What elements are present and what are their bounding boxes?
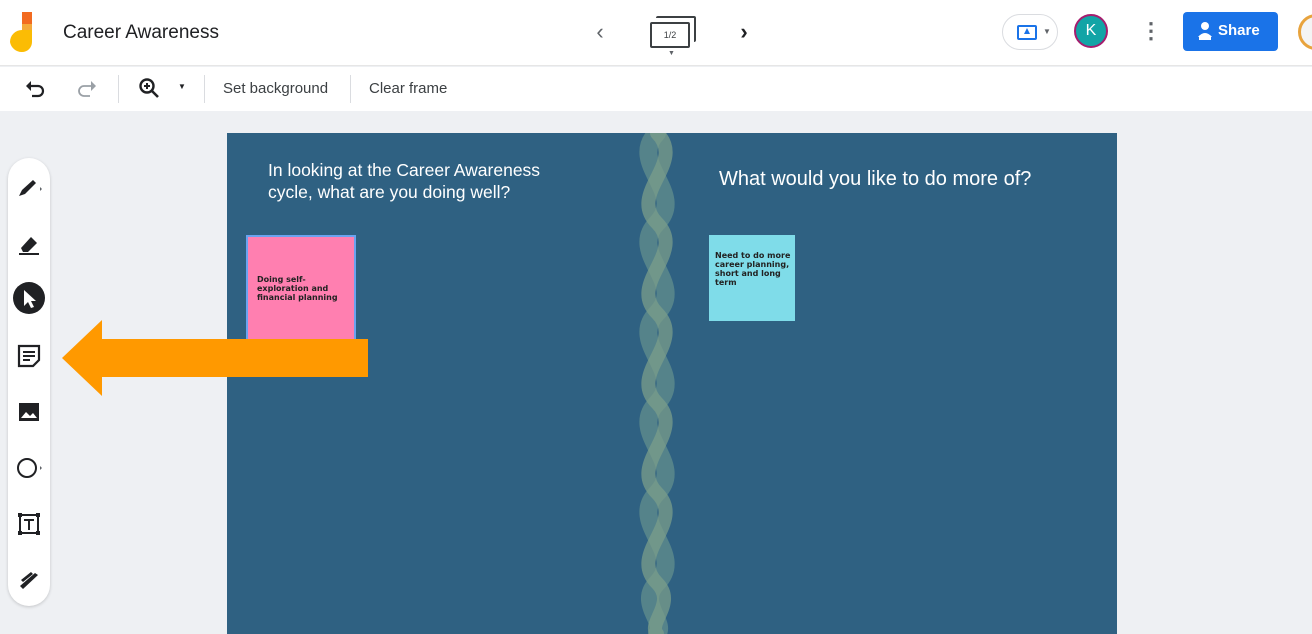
redo-icon[interactable]: [76, 77, 98, 99]
laser-icon[interactable]: [13, 564, 45, 596]
right-prompt-text[interactable]: What would you like to do more of?: [719, 168, 1031, 191]
set-background-button[interactable]: Set background: [223, 80, 328, 97]
select-tool-button[interactable]: [13, 282, 45, 314]
frame-bar-toggle[interactable]: 1/2 ▼: [646, 14, 698, 57]
sticky-note-text: Need to do more career planning, short a…: [715, 251, 791, 287]
share-label: Share: [1218, 22, 1260, 39]
cursor-arrow-icon: [24, 290, 36, 308]
previous-frame-button[interactable]: ‹: [588, 18, 612, 46]
top-bar: Career Awareness ‹ 1/2 ▼ › ▼ K ⋮ Share: [0, 0, 1312, 66]
zoom-dropdown-icon[interactable]: ▼: [178, 82, 186, 91]
edit-toolbar: ▼ Set background Clear frame: [0, 67, 1312, 111]
circle-shape-icon[interactable]: [13, 452, 45, 484]
jamboard-logo-icon: [10, 12, 40, 53]
undo-icon[interactable]: [24, 77, 46, 99]
share-button[interactable]: Share: [1183, 12, 1278, 51]
more-options-icon[interactable]: ⋮: [1140, 16, 1162, 48]
person-add-icon: [1198, 22, 1212, 40]
sticky-note-text: Doing self-exploration and financial pla…: [257, 275, 338, 302]
document-title[interactable]: Career Awareness: [63, 22, 219, 44]
account-avatar[interactable]: [1298, 14, 1312, 50]
clear-frame-button[interactable]: Clear frame: [369, 80, 447, 97]
collaborator-avatar[interactable]: K: [1074, 14, 1108, 48]
present-screen-icon: [1017, 25, 1037, 40]
eraser-icon[interactable]: [13, 228, 45, 260]
orange-arrow-annotation: [62, 320, 368, 396]
tool-palette: [8, 158, 50, 606]
toolbar-divider: [350, 75, 351, 103]
sticky-note-cyan[interactable]: Need to do more career planning, short a…: [709, 235, 795, 321]
chevron-down-icon: ▼: [668, 50, 675, 57]
left-prompt-text[interactable]: In looking at the Career Awareness cycle…: [268, 159, 568, 203]
divider-squiggle-graphic: [639, 133, 675, 634]
next-frame-button[interactable]: ›: [732, 18, 756, 46]
frame-counter-label: 1/2: [650, 22, 690, 48]
chevron-down-icon: ▼: [1043, 27, 1051, 36]
toolbar-divider: [204, 75, 205, 103]
image-icon[interactable]: [13, 396, 45, 428]
pen-icon[interactable]: [13, 172, 45, 204]
text-box-icon[interactable]: [13, 508, 45, 540]
zoom-in-icon[interactable]: [138, 77, 160, 99]
toolbar-divider: [118, 75, 119, 103]
present-button[interactable]: ▼: [1002, 14, 1058, 50]
sticky-note-icon[interactable]: [13, 340, 45, 372]
